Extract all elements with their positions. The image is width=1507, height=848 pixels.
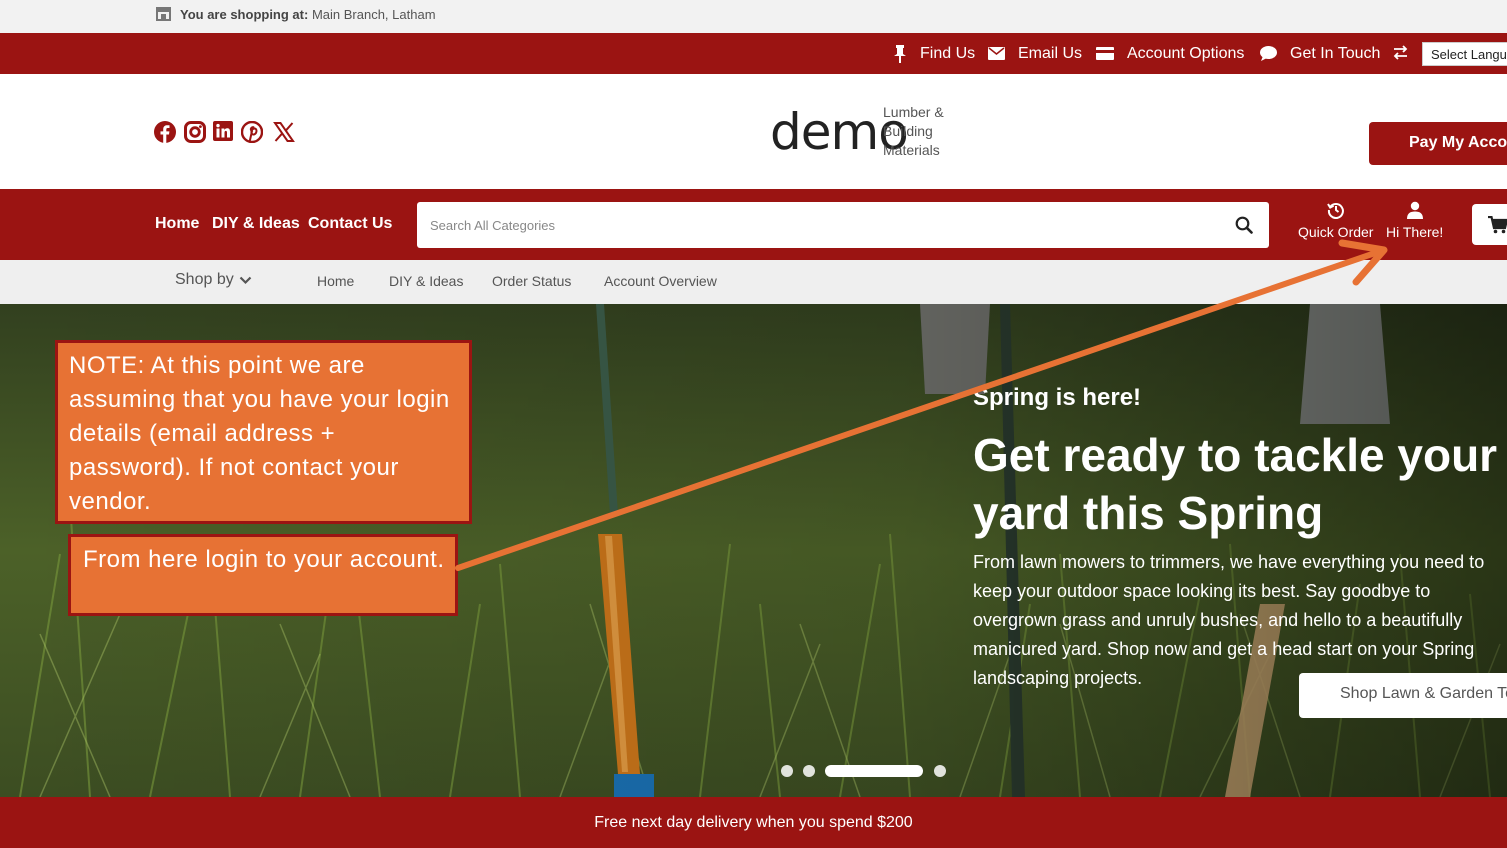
facebook-icon[interactable] [154,121,176,143]
language-select[interactable]: Select Language [1422,42,1507,66]
shop-by-dropdown[interactable]: Shop by [175,271,252,289]
logo-tagline-line-1: Lumber & [883,104,944,120]
instagram-icon[interactable] [184,121,206,143]
search-box [417,202,1269,248]
user-icon [1406,201,1423,219]
store-prefix: You are shopping at: [180,7,309,22]
history-icon [1326,203,1344,219]
find-us-link[interactable]: Find Us [893,33,975,74]
slider-dot[interactable] [934,765,946,777]
main-nav-bar: Home DIY & Ideas Contact Us Quick Order … [0,189,1507,260]
shop-lawn-garden-button[interactable]: Shop Lawn & Garden Tools [1299,673,1507,718]
annotation-login-instruction: From here login to your account. [68,534,458,616]
slider-dot[interactable] [781,765,793,777]
utility-bar: Find Us Email Us Account Options Get In … [0,33,1507,74]
hero-body: From lawn mowers to trimmers, we have ev… [973,552,1485,688]
chat-bubble-icon [1260,46,1277,61]
logo-tagline-line-3: Materials [883,142,940,158]
sub-nav-diy-ideas[interactable]: DIY & Ideas [389,273,463,289]
email-us-label: Email Us [1018,44,1083,62]
get-in-touch-label: Get In Touch [1290,44,1381,62]
store-icon [156,7,171,21]
linkedin-icon[interactable] [213,121,235,143]
credit-card-icon [1096,47,1114,60]
shop-by-label: Shop by [175,271,234,288]
pinterest-icon[interactable] [241,121,263,143]
chevron-down-icon [239,276,251,284]
sub-nav-order-status[interactable]: Order Status [492,273,571,289]
quick-order-label: Quick Order [1298,224,1374,240]
swap-arrows-icon[interactable] [1393,45,1408,60]
sub-nav-account-overview[interactable]: Account Overview [604,273,717,289]
account-options-label: Account Options [1127,44,1245,62]
hero-title: Get ready to tackle your yard this Sprin… [973,429,1498,539]
get-in-touch-link[interactable]: Get In Touch [1260,33,1380,74]
sub-nav-bar: Shop by Home DIY & Ideas Order Status Ac… [0,260,1507,304]
find-us-label: Find Us [920,44,976,62]
search-icon[interactable] [1235,216,1253,234]
site-logo[interactable]: demo Lumber & Building Materials [770,98,960,168]
store-location[interactable]: You are shopping at: Main Branch, Latham [180,7,436,22]
logo-tagline-line-2: Building [883,123,933,139]
site-header: demo Lumber & Building Materials Pay My … [0,74,1507,189]
pay-my-account-button[interactable]: Pay My Account [1369,122,1507,165]
store-bar: You are shopping at: Main Branch, Latham [0,0,1507,33]
slider-dot[interactable] [803,765,815,777]
x-icon[interactable] [273,121,295,143]
nav-contact-us[interactable]: Contact Us [308,215,392,233]
store-name: Main Branch, Latham [311,7,436,22]
slider-dot-active[interactable] [825,765,923,777]
account-label: Hi There! [1386,224,1444,240]
pin-icon [894,44,906,63]
language-select-label: Select Language [1431,46,1507,62]
envelope-icon [988,47,1005,60]
quick-order-button[interactable]: Quick Order [1298,201,1373,240]
email-us-link[interactable]: Email Us [988,33,1082,74]
promo-banner: Free next day delivery when you spend $2… [0,797,1507,848]
nav-home[interactable]: Home [155,215,199,233]
hero-eyebrow: Spring is here! [973,384,1142,411]
cart-icon [1488,216,1507,234]
nav-diy-ideas[interactable]: DIY & Ideas [212,215,300,233]
account-button[interactable]: Hi There! [1386,201,1443,240]
sub-nav-home[interactable]: Home [317,273,354,289]
account-options-link[interactable]: Account Options [1096,33,1244,74]
annotation-note: NOTE: At this point we are assuming that… [55,340,472,524]
search-input[interactable] [417,202,1217,248]
cart-button[interactable] [1472,204,1507,245]
